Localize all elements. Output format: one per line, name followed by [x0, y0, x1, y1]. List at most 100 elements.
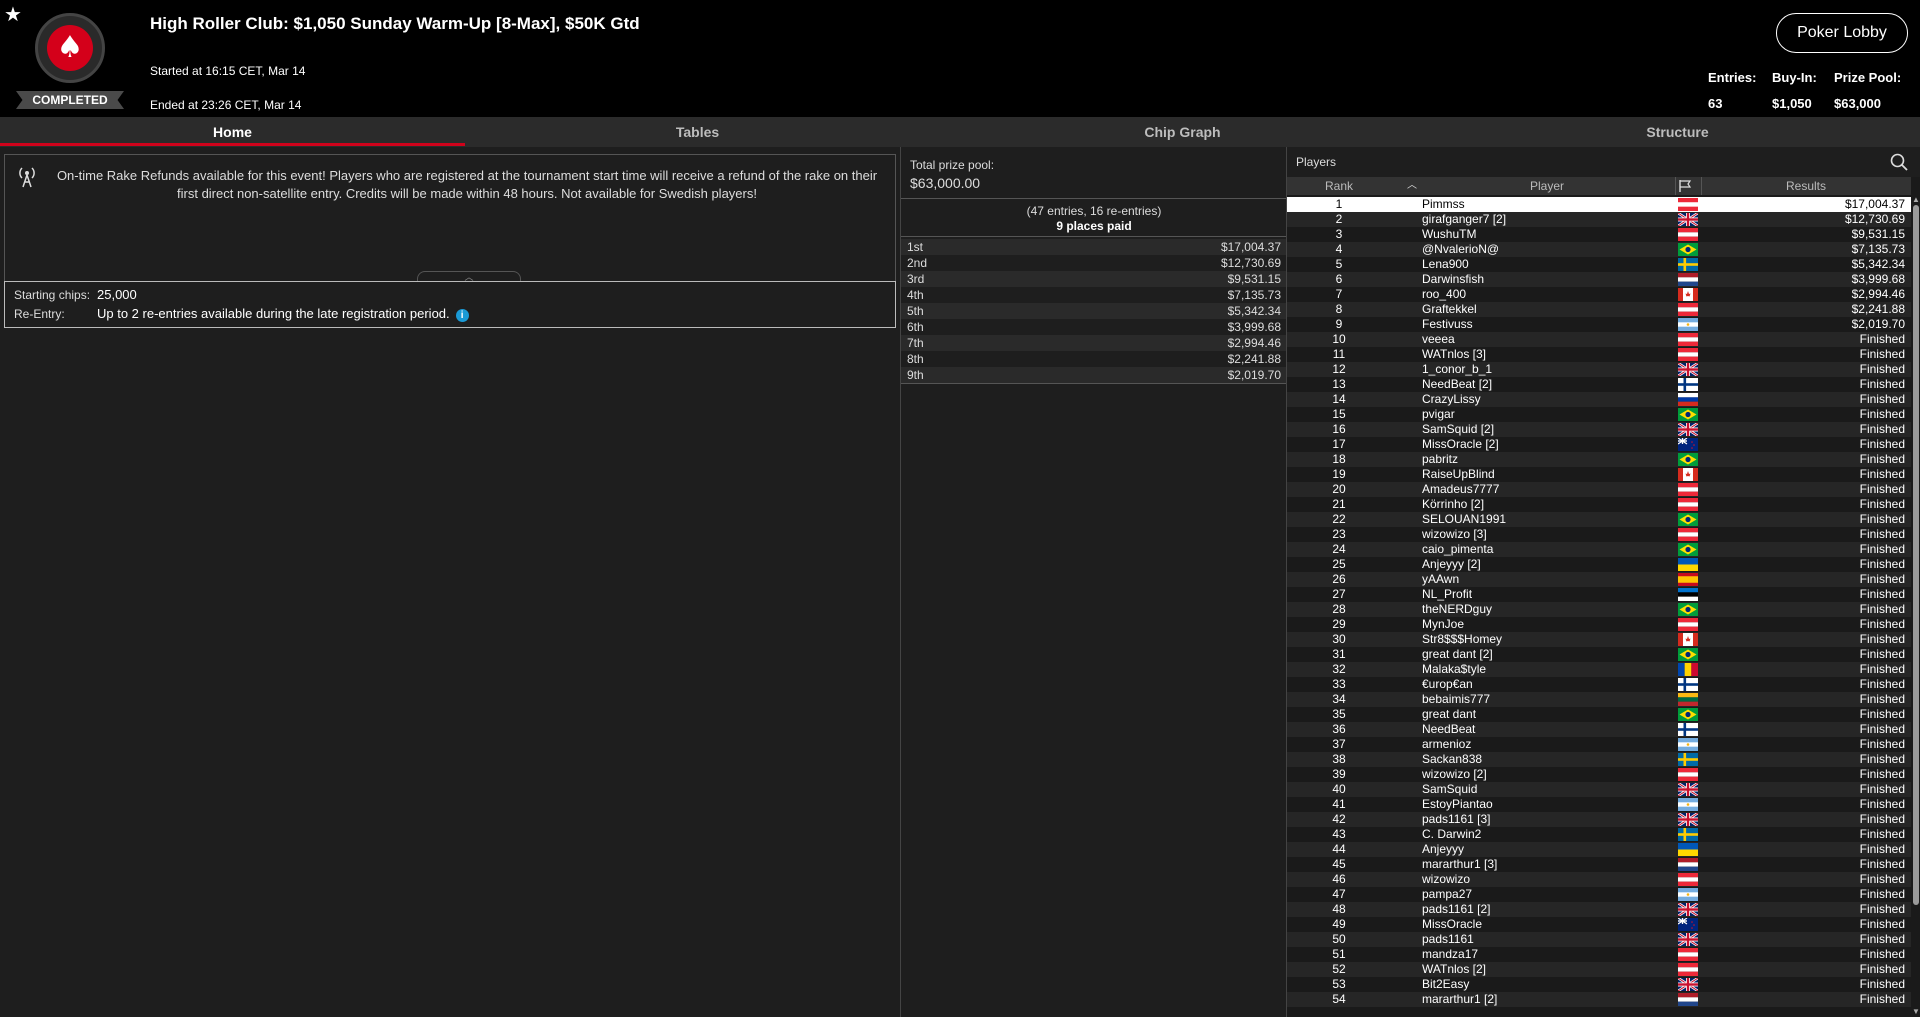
- player-row[interactable]: 44 Anjeyyy Finished: [1287, 842, 1911, 857]
- tab-chip-graph[interactable]: Chip Graph: [930, 117, 1435, 147]
- player-row[interactable]: 11 WATnlos [3] Finished: [1287, 347, 1911, 362]
- player-row[interactable]: 4 @NvalerioN@ $7,135.73: [1287, 242, 1911, 257]
- flag-icon[interactable]: [1677, 179, 1693, 193]
- poker-lobby-button[interactable]: Poker Lobby: [1776, 13, 1908, 53]
- player-row[interactable]: 41 EstoyPiantao Finished: [1287, 797, 1911, 812]
- payout-row: 3rd $9,531.15: [901, 271, 1287, 287]
- player-rank: 33: [1332, 677, 1346, 691]
- country-flag-fi-icon: [1678, 723, 1698, 736]
- player-row[interactable]: 6 Darwinsfish $3,999.68: [1287, 272, 1911, 287]
- player-row[interactable]: 47 pampa27 Finished: [1287, 887, 1911, 902]
- player-row[interactable]: 32 Malaka$tyle Finished: [1287, 662, 1911, 677]
- player-name: 1_conor_b_1: [1422, 362, 1493, 376]
- player-row[interactable]: 23 wizowizo [3] Finished: [1287, 527, 1911, 542]
- country-flag-br-icon: [1678, 543, 1698, 556]
- scroll-up-icon[interactable]: ▲: [1911, 195, 1920, 205]
- player-row[interactable]: 12 1_conor_b_1 Finished: [1287, 361, 1911, 378]
- player-row[interactable]: 36 NeedBeat Finished: [1287, 722, 1911, 737]
- tab-structure[interactable]: Structure: [1435, 117, 1920, 147]
- player-row[interactable]: 30 Str8$$$Homey Finished: [1287, 632, 1911, 647]
- player-row[interactable]: 40 SamSquid Finished: [1287, 781, 1911, 798]
- player-row[interactable]: 20 Amadeus7777 Finished: [1287, 482, 1911, 497]
- player-row[interactable]: 54 mararthur1 [2] Finished: [1287, 992, 1911, 1007]
- player-row[interactable]: 25 Anjeyyy [2] Finished: [1287, 557, 1911, 572]
- player-result: Finished: [1859, 992, 1905, 1006]
- player-result: Finished: [1859, 872, 1905, 886]
- country-flag-br-icon: [1678, 513, 1698, 526]
- player-row[interactable]: 26 yAAwn Finished: [1287, 572, 1911, 587]
- player-row[interactable]: 3 WushuTM $9,531.15: [1287, 227, 1911, 242]
- player-name: NeedBeat: [1422, 722, 1476, 736]
- player-name: Darwinsfish: [1422, 272, 1485, 286]
- player-rank: 12: [1332, 362, 1346, 376]
- player-result: Finished: [1859, 767, 1905, 781]
- player-row[interactable]: 22 SELOUAN1991 Finished: [1287, 512, 1911, 527]
- home-panel: On-time Rake Refunds available for this …: [0, 147, 900, 1017]
- player-row[interactable]: 42 pads1161 [3] Finished: [1287, 811, 1911, 828]
- player-row[interactable]: 16 SamSquid [2] Finished: [1287, 421, 1911, 438]
- sort-ascending-icon[interactable]: ︿: [1407, 177, 1417, 195]
- player-result: Finished: [1859, 707, 1905, 721]
- info-icon[interactable]: i: [455, 309, 469, 322]
- player-row[interactable]: 28 theNERDguy Finished: [1287, 602, 1911, 617]
- scroll-down-icon[interactable]: ▼: [1911, 1007, 1920, 1017]
- country-flag-at-icon: [1678, 348, 1698, 361]
- player-row[interactable]: 7 roo_400 $2,994.46: [1287, 287, 1911, 302]
- player-row[interactable]: 50 pads1161 Finished: [1287, 931, 1911, 948]
- player-rank: 32: [1332, 662, 1346, 676]
- player-name: MynJoe: [1422, 617, 1465, 631]
- player-row[interactable]: 31 great dant [2] Finished: [1287, 647, 1911, 662]
- player-row[interactable]: 53 Bit2Easy Finished: [1287, 976, 1911, 993]
- player-row[interactable]: 33 €urop€an Finished: [1287, 677, 1911, 692]
- scrollbar-thumb[interactable]: [1913, 205, 1919, 905]
- player-row[interactable]: 35 great dant Finished: [1287, 707, 1911, 722]
- scrollbar[interactable]: ▲ ▼: [1911, 195, 1920, 1017]
- player-result: $7,135.73: [1851, 242, 1905, 256]
- player-row[interactable]: 51 mandza17 Finished: [1287, 947, 1911, 962]
- player-row[interactable]: 18 pabritz Finished: [1287, 452, 1911, 467]
- player-result: Finished: [1859, 752, 1905, 766]
- player-row[interactable]: 24 caio_pimenta Finished: [1287, 542, 1911, 557]
- player-name: Sackan838: [1422, 752, 1483, 766]
- player-row[interactable]: 13 NeedBeat [2] Finished: [1287, 377, 1911, 392]
- player-row[interactable]: 45 mararthur1 [3] Finished: [1287, 857, 1911, 872]
- player-row[interactable]: 37 armenioz Finished: [1287, 737, 1911, 752]
- promo-text: On-time Rake Refunds available for this …: [56, 168, 878, 201]
- player-row[interactable]: 21 Körrinho [2] Finished: [1287, 497, 1911, 512]
- player-row[interactable]: 1 Pimmss $17,004.37: [1287, 197, 1911, 212]
- player-row[interactable]: 10 veeea Finished: [1287, 332, 1911, 347]
- column-results[interactable]: Results: [1701, 177, 1911, 195]
- player-row[interactable]: 49 MissOracle Finished: [1287, 917, 1911, 932]
- player-row[interactable]: 14 CrazyLissy Finished: [1287, 392, 1911, 407]
- player-row[interactable]: 39 wizowizo [2] Finished: [1287, 767, 1911, 782]
- player-row[interactable]: 9 Festivuss $2,019.70: [1287, 317, 1911, 332]
- player-row[interactable]: 34 bebaimis777 Finished: [1287, 692, 1911, 707]
- player-row[interactable]: 43 C. Darwin2 Finished: [1287, 827, 1911, 842]
- player-row[interactable]: 27 NL_Profit Finished: [1287, 587, 1911, 602]
- player-row[interactable]: 2 girafganger7 [2] $12,730.69: [1287, 211, 1911, 228]
- player-row[interactable]: 17 MissOracle [2] Finished: [1287, 437, 1911, 452]
- favorite-star-icon[interactable]: ★: [4, 2, 22, 27]
- player-name: Anjeyyy [2]: [1422, 557, 1481, 571]
- payout-place: 5th: [907, 304, 924, 318]
- player-row[interactable]: 19 RaiseUpBlind Finished: [1287, 467, 1911, 482]
- country-flag-at-icon: [1678, 228, 1698, 241]
- player-row[interactable]: 15 pvigar Finished: [1287, 407, 1911, 422]
- player-row[interactable]: 29 MynJoe Finished: [1287, 617, 1911, 632]
- player-row[interactable]: 52 WATnlos [2] Finished: [1287, 962, 1911, 977]
- player-name: yAAwn: [1422, 572, 1460, 586]
- tab-tables[interactable]: Tables: [465, 117, 930, 147]
- player-row[interactable]: 5 Lena900 $5,342.34: [1287, 257, 1911, 272]
- player-row[interactable]: 38 Sackan838 Finished: [1287, 752, 1911, 767]
- payout-amount: $2,241.88: [1227, 352, 1281, 366]
- player-rank: 37: [1332, 737, 1346, 751]
- player-row[interactable]: 48 pads1161 [2] Finished: [1287, 901, 1911, 918]
- column-rank[interactable]: Rank: [1287, 177, 1391, 195]
- payout-place: 4th: [907, 288, 924, 302]
- player-row[interactable]: 8 Graftekkel $2,241.88: [1287, 302, 1911, 317]
- player-name: great dant: [1422, 707, 1477, 721]
- column-player[interactable]: Player: [1422, 177, 1672, 195]
- search-icon[interactable]: [1889, 152, 1909, 172]
- player-row[interactable]: 46 wizowizo Finished: [1287, 872, 1911, 887]
- player-name: veeea: [1422, 332, 1455, 346]
